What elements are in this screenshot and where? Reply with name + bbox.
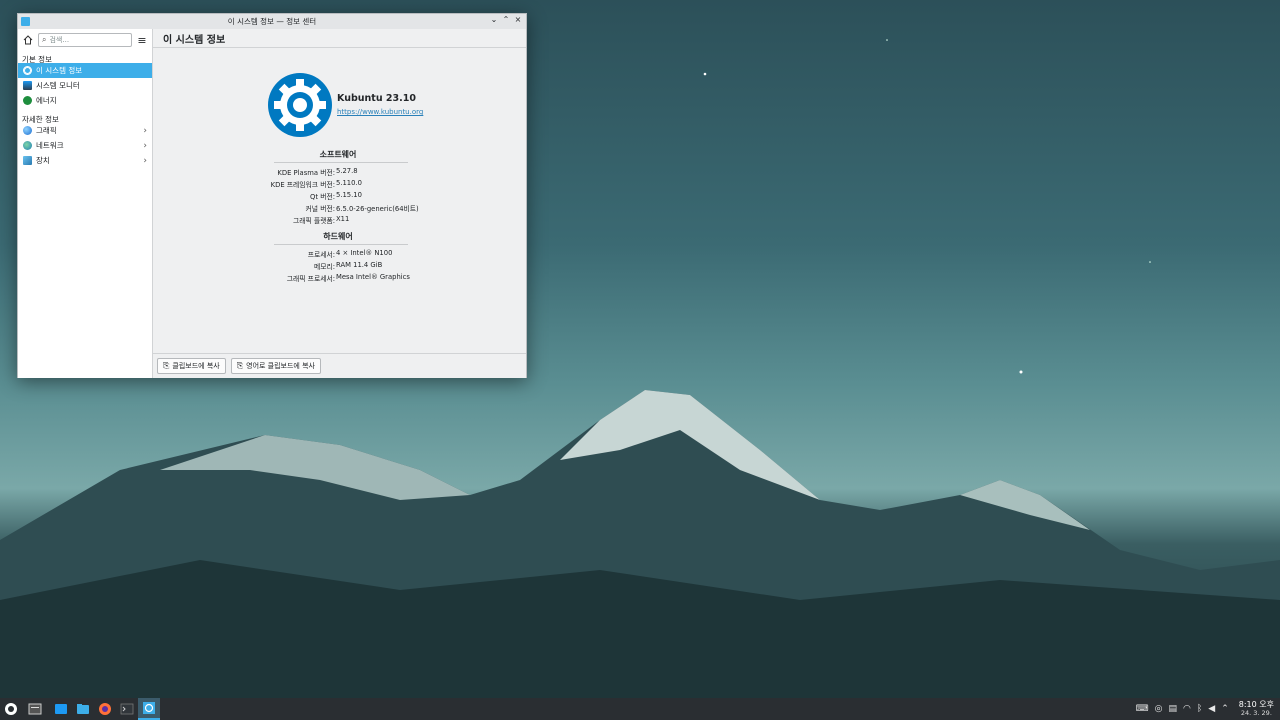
hardware-value: RAM 11.4 GiB [336,261,383,269]
software-value: 5.15.10 [336,191,362,199]
software-section-title: 소프트웨어 [319,150,357,159]
kde-connect-icon[interactable]: ◎ [1155,704,1163,714]
sidebar-item-label: 에너지 [36,96,57,105]
main-panel: 이 시스템 정보 Kubuntu 23.10 https://www.kubun… [153,29,526,378]
close-button[interactable]: × [512,15,524,24]
sidebar-item-graphics[interactable]: 그래픽 › [18,123,152,138]
wifi-icon[interactable]: ◠ [1183,704,1191,714]
sidebar: ⌕ 검색... ≡ 기본 정보 이 시스템 정보 시스템 모니터 에너지 자세한… [18,29,153,378]
hamburger-menu-button[interactable]: ≡ [135,33,149,47]
sidebar-item-devices[interactable]: 장치 › [18,153,152,168]
chevron-right-icon: › [143,155,147,166]
clock-date: 24. 3. 29. [1240,709,1272,717]
sidebar-item-system-monitor[interactable]: 시스템 모니터 [18,78,152,93]
hardware-value: 4 × Intel® N100 [336,249,393,257]
taskbar: ⌨ ◎ ▤ ◠ ᛒ ◀ ⌃ 8:10 오후 24. 3. 29. [0,698,1280,720]
terminal-button[interactable] [116,698,138,720]
copy-to-clipboard-button[interactable]: ⎘ 클립보드에 복사 [157,358,226,374]
clock-time: 8:10 오후 [1238,700,1274,709]
software-key: 커널 버전: [305,205,335,213]
software-key: 그래픽 플랫폼: [293,217,335,225]
sidebar-item-label: 네트워크 [36,141,64,150]
firefox-icon [99,703,111,715]
sidebar-item-about-system[interactable]: 이 시스템 정보 [18,63,152,78]
energy-icon [23,96,32,105]
window-title: 이 시스템 정보 — 정보 센터 [227,17,317,26]
keyboard-icon[interactable]: ⌨ [1136,704,1149,714]
info-center-window: 이 시스템 정보 — 정보 센터 ⌄ ⌃ × ⌕ 검색... ≡ 기본 정보 이… [17,13,527,378]
software-value: 5.110.0 [336,179,362,187]
folder-icon [77,704,89,714]
devices-icon [23,156,32,165]
sidebar-item-label: 이 시스템 정보 [36,66,83,75]
sidebar-item-network[interactable]: 네트워크 › [18,138,152,153]
task-manager-icon [28,703,42,715]
hardware-value: Mesa Intel® Graphics [336,273,410,281]
system-tray: ⌨ ◎ ▤ ◠ ᛒ ◀ ⌃ 8:10 오후 24. 3. 29. [1136,698,1280,720]
network-icon [23,141,32,150]
hardware-key: 메모리: [313,263,335,271]
software-value: 5.27.8 [336,167,358,175]
software-key: KDE Plasma 버전: [277,169,335,177]
distro-name: Kubuntu 23.10 [337,93,416,104]
maximize-button[interactable]: ⌃ [500,15,512,24]
page-title: 이 시스템 정보 [153,29,526,48]
software-key: KDE 프레임워크 버전: [270,181,335,189]
software-key: Qt 버전: [310,193,335,201]
copy-button-label: 클립보드에 복사 [172,362,220,370]
terminal-icon [120,703,134,715]
software-divider [274,162,408,163]
file-manager-button[interactable] [72,698,94,720]
search-placeholder: 검색... [49,36,70,44]
chevron-right-icon: › [143,140,147,151]
copy-icon: ⎘ [163,361,170,370]
kubuntu-logo [268,73,332,137]
minimize-button[interactable]: ⌄ [488,15,500,24]
copy-english-to-clipboard-button[interactable]: ⎘ 영어로 클립보드에 복사 [230,358,321,374]
section-detail-label: 자세한 정보 [22,115,59,124]
hardware-divider [274,244,408,245]
kubuntu-launcher-icon [5,703,17,715]
bluetooth-icon[interactable]: ᛒ [1197,704,1202,714]
info-center-icon [143,702,155,714]
clipboard-icon[interactable]: ▤ [1169,704,1178,714]
digital-clock[interactable]: 8:10 오후 24. 3. 29. [1238,700,1274,718]
system-monitor-icon [23,81,32,90]
chevron-right-icon: › [143,125,147,136]
discover-icon [55,704,67,714]
chevron-up-icon[interactable]: ⌃ [1221,704,1229,714]
hardware-section-title: 하드웨어 [323,232,353,241]
section-basic-label: 기본 정보 [22,55,52,64]
copy-english-button-label: 영어로 클립보드에 복사 [246,362,315,370]
sidebar-item-energy[interactable]: 에너지 [18,93,152,108]
info-icon [23,66,32,75]
window-titlebar[interactable]: 이 시스템 정보 — 정보 센터 ⌄ ⌃ × [18,14,526,29]
volume-icon[interactable]: ◀ [1208,704,1215,714]
distro-url-link[interactable]: https://www.kubuntu.org [337,108,423,116]
task-manager-button[interactable] [24,698,46,720]
discover-button[interactable] [50,698,72,720]
search-input[interactable]: ⌕ 검색... [38,33,132,47]
search-icon: ⌕ [42,35,47,44]
info-center-task-button[interactable] [138,698,160,720]
graphics-icon [23,126,32,135]
hardware-key: 프로세서: [307,251,335,259]
application-launcher-button[interactable] [0,698,22,720]
home-button[interactable] [21,33,35,47]
sidebar-item-label: 시스템 모니터 [36,81,80,90]
firefox-button[interactable] [94,698,116,720]
sidebar-item-label: 장치 [36,156,50,165]
home-icon [23,35,33,45]
software-value: 6.5.0-26-generic(64비트) [336,205,419,213]
sidebar-item-label: 그래픽 [36,126,57,135]
bottom-button-bar: ⎘ 클립보드에 복사 ⎘ 영어로 클립보드에 복사 [153,353,526,378]
hardware-key: 그래픽 프로세서: [286,275,335,283]
software-value: X11 [336,215,350,223]
copy-icon: ⎘ [236,361,244,370]
